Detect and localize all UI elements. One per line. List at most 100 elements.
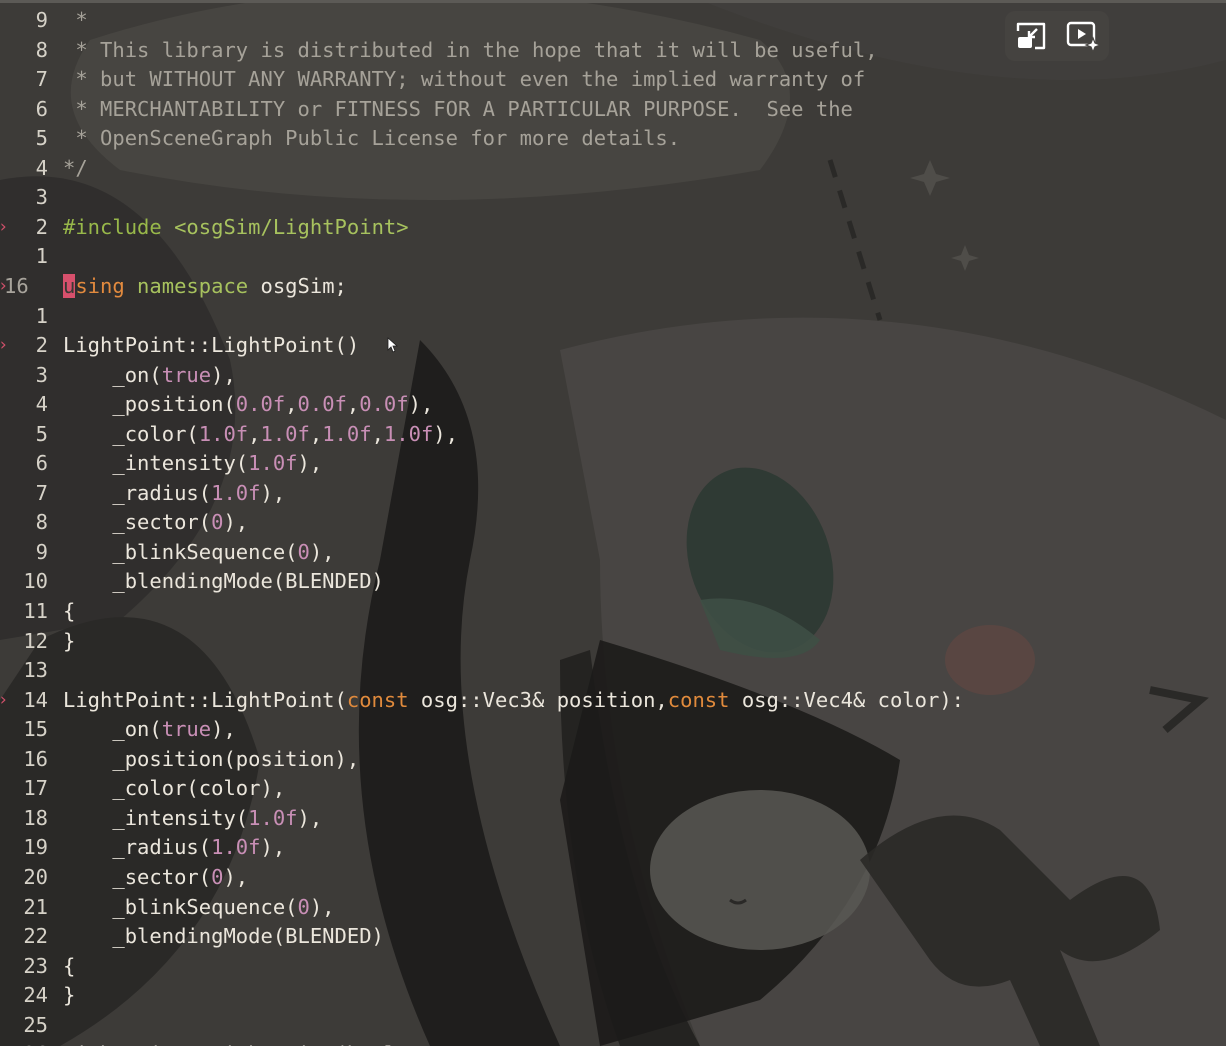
line-number: 3 xyxy=(35,185,48,210)
code-text: * This library is distributed in the hop… xyxy=(63,36,877,66)
code-line[interactable]: 17 _color(color), xyxy=(0,774,1226,804)
code-token: true xyxy=(161,362,212,387)
code-line[interactable]: 10 _blendingMode(BLENDED) xyxy=(0,567,1226,597)
line-number: 1 xyxy=(35,303,48,328)
code-token: 1.0f xyxy=(260,421,310,446)
code-line[interactable]: 7 _radius(1.0f), xyxy=(0,479,1226,509)
code-line[interactable]: 7 * but WITHOUT ANY WARRANTY; without ev… xyxy=(0,65,1226,95)
line-number: 10 xyxy=(23,569,48,594)
code-line[interactable]: 21 _blinkSequence(0), xyxy=(0,893,1226,923)
line-number: 2 xyxy=(35,214,48,239)
code-line[interactable]: 20 _sector(0), xyxy=(0,863,1226,893)
code-text: { xyxy=(63,597,75,627)
code-line[interactable]: 8 _sector(0), xyxy=(0,508,1226,538)
code-editor[interactable]: 9 * 8 * This library is distributed in th… xyxy=(0,0,1226,1046)
code-text: _blinkSequence(0), xyxy=(63,893,334,923)
code-token: 0 xyxy=(211,510,224,535)
code-line[interactable]: 5 * OpenSceneGraph Public License for mo… xyxy=(0,124,1226,154)
code-token: ), xyxy=(408,392,434,417)
code-line[interactable]: 24} xyxy=(0,981,1226,1011)
code-token: 1.0f xyxy=(248,805,298,830)
code-line[interactable]: ›2#include <osgSim/LightPoint> xyxy=(0,213,1226,243)
exit-pip-icon xyxy=(1016,22,1046,50)
code-text: */ xyxy=(63,154,88,184)
code-token: namespace xyxy=(124,273,249,298)
code-line[interactable]: ›14LightPoint::LightPoint(const osg::Vec… xyxy=(0,686,1226,716)
code-line[interactable]: 23 { xyxy=(0,952,1226,982)
code-token: } xyxy=(63,983,76,1008)
code-token: , xyxy=(371,421,384,446)
code-token: { xyxy=(63,599,76,623)
code-line[interactable]: 9 _blinkSequence(0), xyxy=(0,538,1226,568)
line-number: 7 xyxy=(35,67,48,92)
line-number: 11 xyxy=(23,599,48,623)
code-token: <osgSim/LightPoint> xyxy=(174,214,409,239)
code-line[interactable]: 6 * MERCHANTABILITY or FITNESS FOR A PAR… xyxy=(0,95,1226,125)
line-number: 5 xyxy=(35,126,48,151)
line-number: 21 xyxy=(23,894,48,919)
code-line[interactable]: 13 xyxy=(0,656,1226,686)
line-number: 2 xyxy=(35,333,48,358)
line-number: 9 xyxy=(35,8,48,32)
code-text: _position(0.0f,0.0f,0.0f), xyxy=(63,390,433,420)
code-token: _color(color), xyxy=(63,776,286,801)
code-line[interactable]: 4 _position(0.0f,0.0f,0.0f), xyxy=(0,390,1226,420)
mouse-pointer-icon xyxy=(387,337,399,353)
code-token: _blinkSequence( xyxy=(63,894,298,919)
line-number: 19 xyxy=(23,835,48,860)
code-text: LightPoint::LightPoint() xyxy=(63,331,359,361)
code-line[interactable]: 6 _intensity(1.0f), xyxy=(0,449,1226,479)
code-token: #include xyxy=(63,214,175,239)
code-line[interactable]: 1 xyxy=(0,302,1226,332)
video-sparkle-icon xyxy=(1066,21,1100,52)
code-token: _color( xyxy=(63,421,199,446)
line-number: 26 xyxy=(0,1040,48,1046)
line-number: 24 xyxy=(23,983,48,1008)
code-line[interactable]: ›2LightPoint::LightPoint() xyxy=(0,331,1226,361)
code-line[interactable]: 15 _on(true), xyxy=(0,715,1226,745)
code-token: 0 xyxy=(297,539,310,564)
code-token: 0.0f xyxy=(359,392,409,417)
code-text: _blendingMode(BLENDED) xyxy=(63,922,384,952)
line-number: 18 xyxy=(23,805,48,830)
line-number: 23 xyxy=(23,953,48,978)
code-line[interactable]: 3 _on(true), xyxy=(0,361,1226,391)
code-line[interactable]: 5 _color(1.0f,1.0f,1.0f,1.0f), xyxy=(0,420,1226,450)
code-token: ), xyxy=(260,480,286,505)
code-line[interactable]: 12} xyxy=(0,627,1226,657)
code-line[interactable]: 25 xyxy=(0,1011,1226,1041)
code-token: ), xyxy=(433,421,458,446)
code-token: 1.0f xyxy=(322,421,372,446)
code-line[interactable]: 16 _position(position), xyxy=(0,745,1226,775)
video-enhance-button[interactable] xyxy=(1063,17,1103,55)
code-line[interactable]: 3 xyxy=(0,183,1226,213)
code-token: * MERCHANTABILITY or FITNESS FOR A PARTI… xyxy=(63,96,853,121)
exit-pip-button[interactable] xyxy=(1011,17,1051,55)
code-token: 1.0f xyxy=(211,480,261,505)
code-token: _on( xyxy=(63,717,162,742)
code-line[interactable]: 22 _blendingMode(BLENDED) xyxy=(0,922,1226,952)
code-token: true xyxy=(161,717,212,742)
code-line[interactable]: 26 LightPoint::LightPoint(bool xyxy=(0,1040,1226,1046)
line-number: 13 xyxy=(23,658,48,683)
code-line[interactable]: 11 { xyxy=(0,597,1226,627)
code-token: ), xyxy=(260,835,286,860)
code-line[interactable]: ›16using namespace osgSim; xyxy=(0,272,1226,302)
code-text: _on(true), xyxy=(63,361,235,391)
code-token: 0 xyxy=(211,864,224,889)
code-line[interactable]: 18 _intensity(1.0f), xyxy=(0,804,1226,834)
line-number: 14 xyxy=(23,687,48,712)
code-text: _color(color), xyxy=(63,774,285,804)
code-text: } xyxy=(63,981,75,1011)
code-token: const xyxy=(667,687,730,712)
line-number: 4 xyxy=(35,155,48,180)
code-line[interactable]: 19 _radius(1.0f), xyxy=(0,833,1226,863)
code-line[interactable]: 4 */ xyxy=(0,154,1226,184)
code-token: 0.0f xyxy=(235,392,286,417)
code-line[interactable]: 1 xyxy=(0,242,1226,272)
code-text: { xyxy=(63,952,75,982)
line-number: 5 xyxy=(35,421,48,446)
code-token: const xyxy=(346,687,409,712)
code-token: osg::Vec4& color): xyxy=(729,687,964,712)
code-token: */ xyxy=(63,155,88,180)
